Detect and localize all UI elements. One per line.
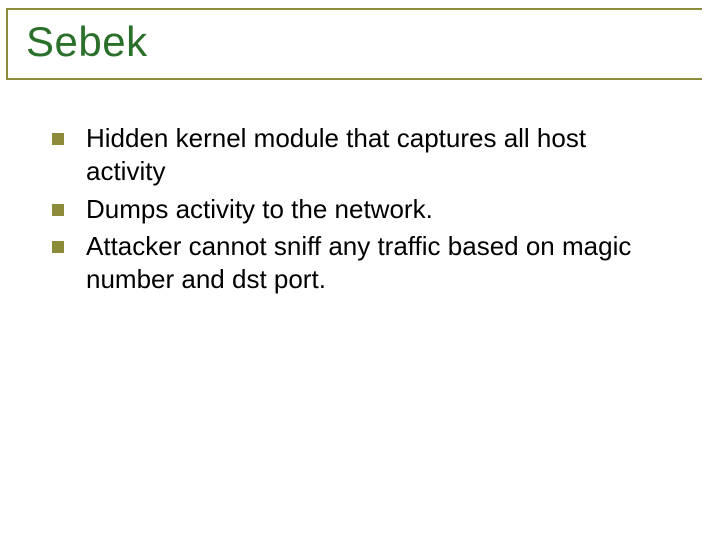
slide-body: Hidden kernel module that captures all h…	[0, 66, 720, 296]
bullet-text: Dumps activity to the network.	[86, 193, 433, 226]
title-rule-top	[6, 8, 702, 10]
bullet-text: Attacker cannot sniff any traffic based …	[86, 230, 668, 297]
square-bullet-icon	[52, 241, 64, 253]
title-rule-left	[6, 8, 8, 80]
bullet-text: Hidden kernel module that captures all h…	[86, 122, 668, 189]
list-item: Hidden kernel module that captures all h…	[52, 122, 668, 189]
list-item: Dumps activity to the network.	[52, 193, 668, 226]
title-rule-bottom	[6, 78, 702, 80]
square-bullet-icon	[52, 204, 64, 216]
list-item: Attacker cannot sniff any traffic based …	[52, 230, 668, 297]
title-area: Sebek	[0, 0, 720, 66]
slide: Sebek Hidden kernel module that captures…	[0, 0, 720, 540]
slide-title: Sebek	[20, 18, 720, 66]
square-bullet-icon	[52, 133, 64, 145]
